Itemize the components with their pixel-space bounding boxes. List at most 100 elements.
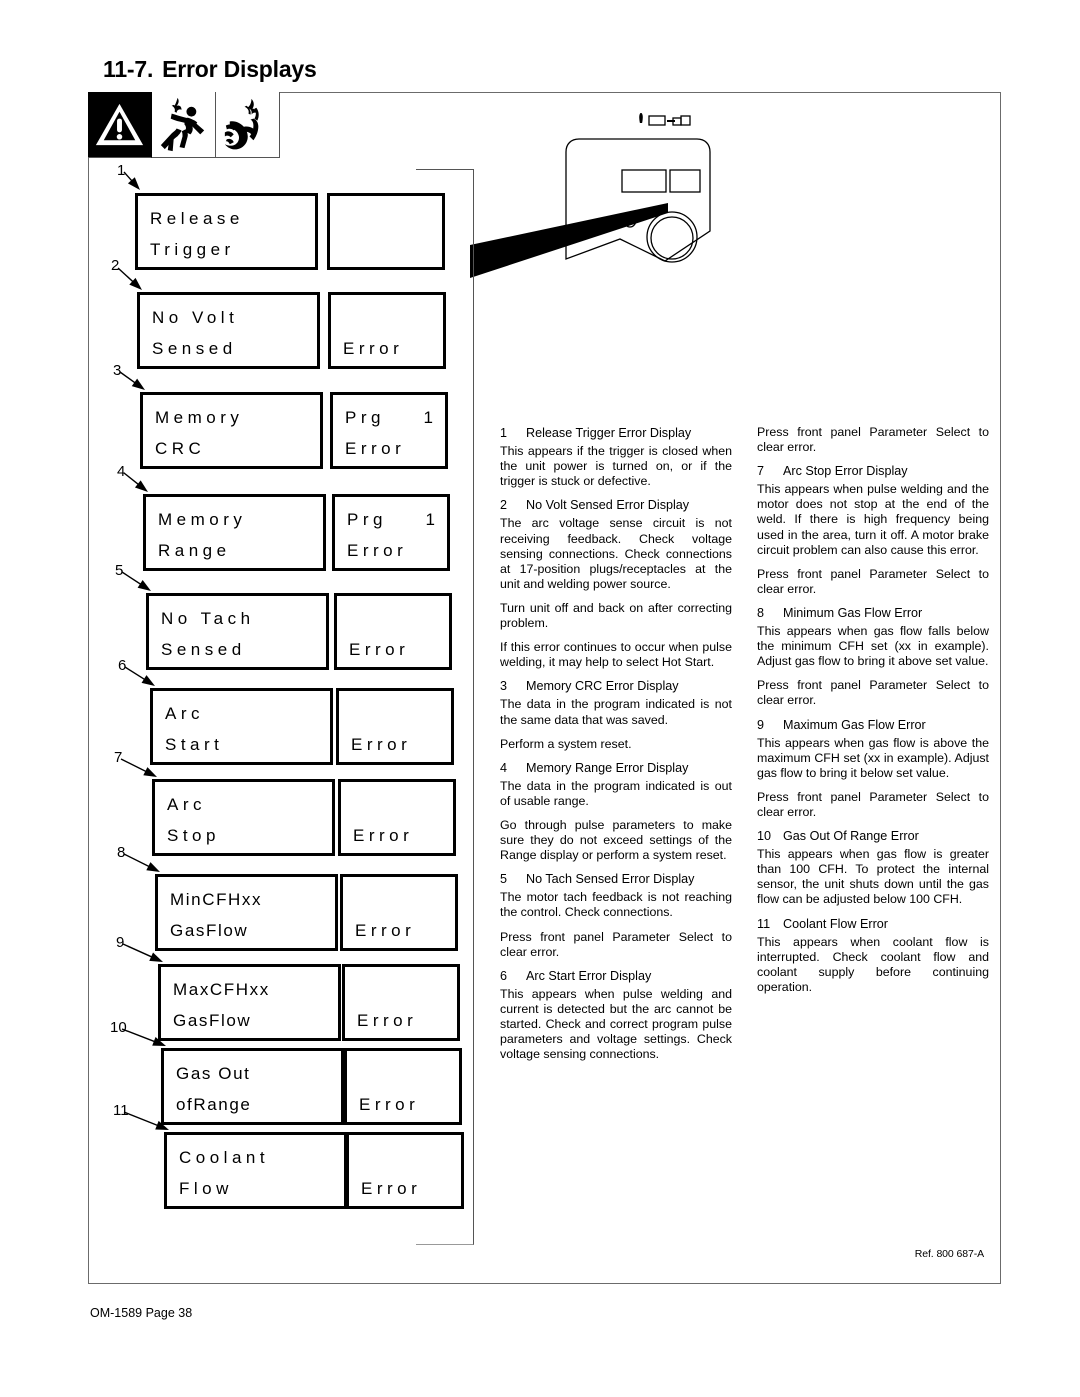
lcd-line-1: Coolant [179,1148,270,1167]
lcd-line-1: Gas Out [176,1064,251,1083]
error-item-paragraph: Press front panel Parameter Select to cl… [757,566,989,596]
error-item-paragraph: The motor tach feedback is not reaching … [500,890,732,920]
error-item-paragraph: Press front panel Parameter Select to cl… [757,789,989,819]
lcd-display-10-status: Error [344,1048,462,1125]
lcd-display-7-status: Error [338,779,456,856]
lcd-display-5-message: No Tach Sensed [146,593,329,670]
lcd-line-2: Error [355,921,416,940]
page-footer: OM-1589 Page 38 [90,1306,193,1320]
lcd-line-1: Release [150,209,244,228]
lcd-display-2-status: Error [328,292,446,369]
error-item-heading: 4 Memory Range Error Display [500,761,732,776]
lcd-line-2: Error [351,735,412,754]
error-item-paragraph: Perform a system reset. [500,736,632,751]
error-item-paragraph: The arc voltage sense circuit is not rec… [500,516,732,591]
lcd-line-1: Memory [158,510,247,529]
lcd-display-1-status [327,193,445,270]
error-item-title: Release Trigger Error Display [526,426,692,440]
lcd-display-5-status: Error [334,593,452,670]
error-item-number: 5 [500,872,508,887]
lcd-line-2: Stop [167,826,220,845]
lcd-line-1: MinCFHxx [170,890,263,909]
error-item-title: Maximum Gas Flow Error [783,717,926,732]
error-item-paragraph: This appears when pulse welding and the … [757,482,989,557]
error-item-number: 4 [500,760,508,775]
lcd-display-3-status: Prg 1 Error [330,392,448,469]
error-item-number: 11 [757,916,771,931]
lcd-line-1 [342,203,442,234]
error-item-paragraph: Go through pulse parameters to make sure… [500,817,732,863]
lcd-line-1 [351,698,451,729]
error-item-heading: 7 Arc Stop Error Display [757,464,989,479]
lcd-display-2-message: No Volt Sensed [137,292,320,369]
lcd-display-4-status: Prg 1 Error [332,494,450,571]
lcd-line-1: No Tach [161,609,255,628]
error-item-number: 8 [757,605,765,620]
error-item-heading: 11 Coolant Flow Error [757,917,989,932]
lcd-display-6-status: Error [336,688,454,765]
error-item-paragraph: This appears when coolant flow is interr… [757,934,989,994]
lcd-line-1: Prg 1 [345,402,445,433]
error-item-paragraph: Turn unit off and back on after correcti… [500,600,732,631]
lcd-line-1: Prg 1 [347,504,447,535]
error-item-paragraph: Press front panel Parameter Select to cl… [757,678,989,708]
lcd-line-2: ofRange [176,1095,252,1114]
lcd-line-2: Error [357,1011,418,1030]
error-item-title: No Tach Sensed Error Display [526,872,695,887]
lcd-line-1: Arc [165,704,204,723]
lcd-program-number: 1 [423,408,433,427]
lcd-line-2: Error [361,1179,422,1198]
error-item-paragraph: If this error continues to occur when pu… [500,640,732,670]
lcd-line-2: Sensed [161,640,246,659]
error-item-number: 1 [500,426,508,440]
error-item-title: Gas Out Of Range Error [783,829,919,844]
error-item-heading: 8 Minimum Gas Flow Error [757,606,989,621]
error-item-paragraph: The data in the program indicated is out… [500,778,732,808]
error-item-paragraph: This appears when pulse welding and curr… [500,986,732,1062]
error-item-title: No Volt Sensed Error Display [526,498,690,513]
lcd-line-1 [343,302,443,333]
error-item-heading: 9 Maximum Gas Flow Error [757,718,989,733]
error-item-heading: 10 Gas Out Of Range Error [757,829,989,844]
lcd-program-number: 1 [425,510,435,529]
lcd-line-1: Memory [155,408,244,427]
error-item-number: 6 [500,968,508,983]
lcd-line-2: CRC [155,439,206,458]
reference-label: Ref. 800 687-A [914,1248,984,1260]
error-item-heading: 5 No Tach Sensed Error Display [500,872,732,887]
error-item-number: 9 [757,717,765,732]
lcd-line-2: Sensed [152,339,237,358]
error-item-heading: 3 Memory CRC Error Display [500,679,732,694]
lcd-line-2: Error [359,1095,420,1114]
lcd-line-2: Error [353,826,414,845]
lcd-line-1 [349,603,449,634]
lcd-display-3-message: Memory CRC [140,392,323,469]
error-item-heading: 2 No Volt Sensed Error Display [500,498,732,513]
lcd-display-11-message: Coolant Flow [164,1132,347,1209]
lcd-line-1 [357,974,457,1005]
lcd-display-8-message: MinCFHxx GasFlow [155,874,338,951]
lcd-line-1: MaxCFHxx [173,980,270,999]
lcd-display-1-message: Release Trigger [135,193,318,270]
description-column-right: Press front panel Parameter Select to cl… [757,425,989,1004]
error-item-title: Memory Range Error Display [526,760,689,775]
lcd-line-1 [355,884,455,915]
error-item-heading: 6 Arc Start Error Display [500,969,732,984]
electric-shock-icon [152,92,216,158]
lcd-line-2: Error [349,640,410,659]
lcd-line-2: Flow [179,1179,233,1198]
moving-parts-hand-icon [216,92,280,158]
lcd-line-2: Trigger [150,240,235,259]
error-item-title: Memory CRC Error Display [526,679,679,694]
callout-pointer-wedge [470,203,668,278]
lcd-line-2: GasFlow [173,1011,252,1030]
error-item-title: Minimum Gas Flow Error [783,605,923,620]
lcd-line-1 [361,1142,461,1173]
error-item-heading: 1 Release Trigger Error Display [500,426,732,441]
lcd-display-9-message: MaxCFHxx GasFlow [158,964,341,1041]
error-item-number: 7 [757,464,765,479]
error-item-paragraph: The data in the program indicated is not… [500,697,732,727]
lcd-line-2: Error [343,339,404,358]
lcd-line-2: GasFlow [170,921,249,940]
lcd-line-2 [342,234,442,265]
